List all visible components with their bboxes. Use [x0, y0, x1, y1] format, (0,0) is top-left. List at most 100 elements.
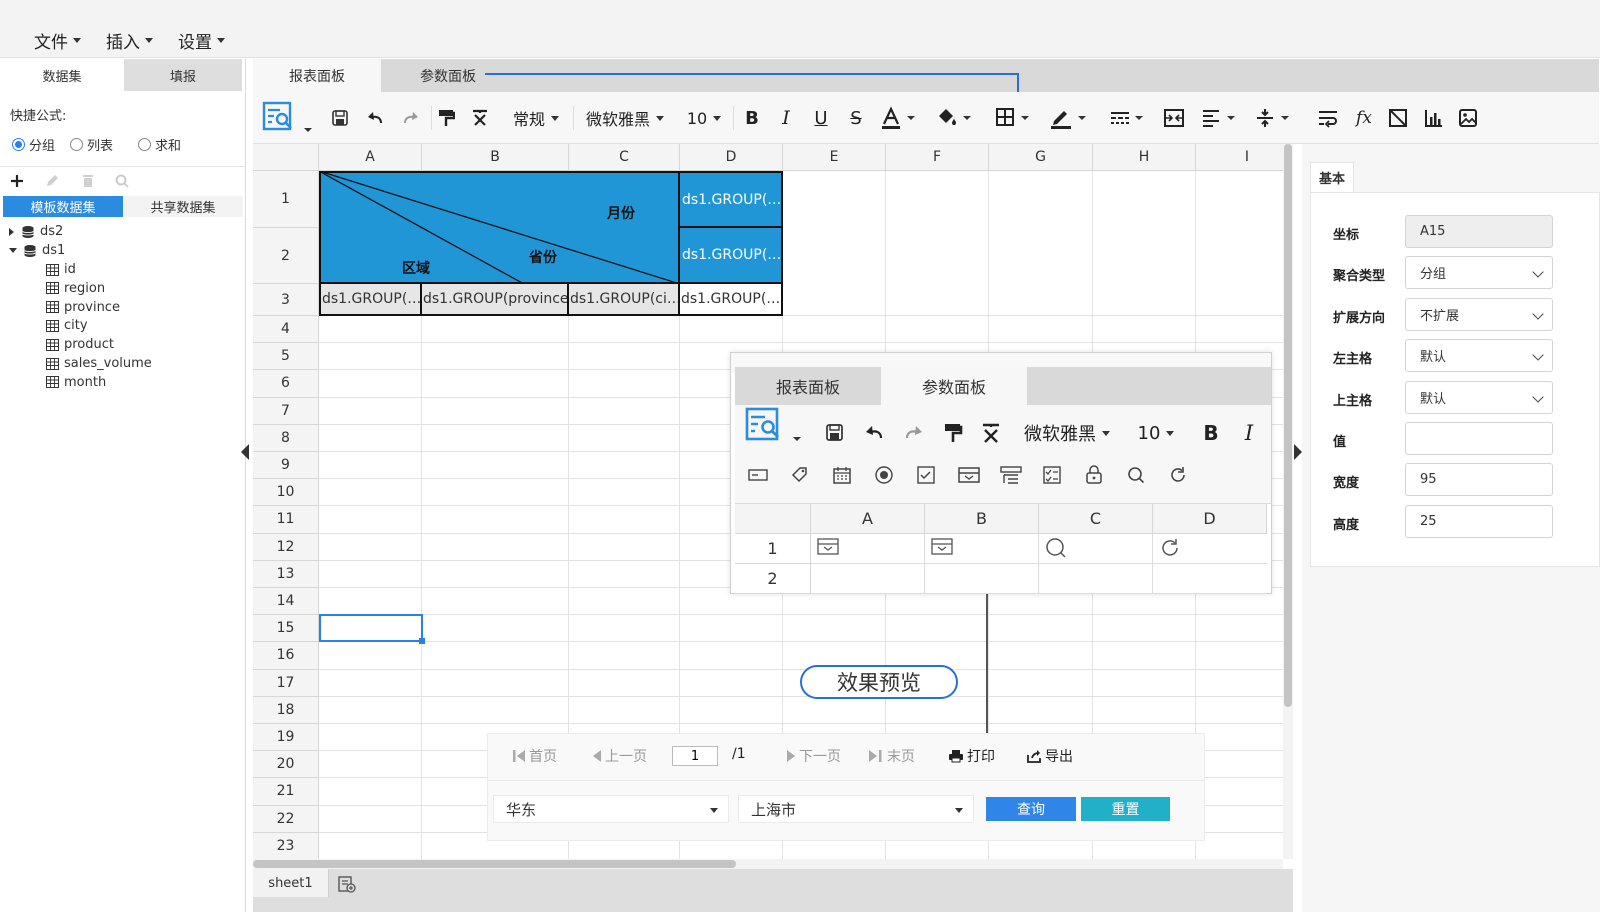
query-button[interactable]: 查询	[986, 797, 1076, 821]
row-header-3[interactable]: 3	[253, 284, 319, 316]
save-icon[interactable]	[823, 417, 847, 449]
row-header-23[interactable]: 23	[253, 832, 319, 859]
reset-widget-icon[interactable]	[1167, 459, 1189, 491]
format-painter-icon[interactable]	[941, 417, 965, 449]
tree-field-region[interactable]: region	[46, 279, 105, 298]
date-widget-icon[interactable]	[831, 459, 853, 491]
property-field-3[interactable]: 不扩展	[1405, 297, 1553, 331]
first-page-button[interactable]: 首页	[512, 746, 557, 766]
cell-b3[interactable]: ds1.GROUP(province)	[422, 284, 569, 316]
dropdown-widget-icon[interactable]	[957, 459, 981, 491]
row-header-16[interactable]: 16	[253, 642, 319, 670]
row-header-22[interactable]: 22	[253, 805, 319, 833]
tree-field-sales_volume[interactable]: sales_volume	[46, 354, 152, 373]
menu-insert[interactable]: 插入	[106, 28, 153, 53]
fill-color-icon[interactable]	[935, 102, 973, 134]
undo-icon[interactable]	[863, 417, 887, 449]
cell-c3[interactable]: ds1.GROUP(ci…	[569, 284, 680, 316]
selected-cell-a15[interactable]	[319, 614, 425, 644]
row-header-2[interactable]: 2	[253, 228, 319, 284]
horizontal-scrollbar[interactable]	[253, 859, 1283, 869]
property-field-4[interactable]: 默认	[1405, 339, 1553, 373]
checkbox-widget-icon[interactable]	[915, 459, 937, 491]
search-widget-icon[interactable]	[1045, 537, 1067, 559]
font-family-select[interactable]: 微软雅黑	[1019, 417, 1115, 449]
radio-list[interactable]: 列表	[70, 135, 113, 154]
region-select[interactable]: 华东	[493, 795, 729, 823]
column-header-i[interactable]: I	[1196, 144, 1289, 171]
overlay-row-header-1[interactable]: 1	[735, 534, 811, 564]
row-header-10[interactable]: 10	[253, 479, 319, 507]
cell-d1[interactable]: ds1.GROUP(…	[680, 171, 783, 228]
delete-icon[interactable]	[79, 172, 97, 190]
sheet-tab[interactable]: sheet1	[253, 869, 329, 897]
cell-d2[interactable]: ds1.GROUP(…	[680, 228, 783, 284]
property-field-7[interactable]: 95	[1405, 463, 1553, 497]
column-header-a[interactable]: A	[319, 144, 422, 171]
save-icon[interactable]	[329, 102, 351, 134]
format-painter-icon[interactable]	[435, 102, 457, 134]
image-icon[interactable]	[1457, 102, 1479, 134]
reset-widget-icon[interactable]	[1159, 537, 1181, 559]
row-header-20[interactable]: 20	[253, 751, 319, 779]
row-header-13[interactable]: 13	[253, 560, 319, 588]
bold-icon[interactable]: B	[741, 102, 763, 134]
tab-param-panel[interactable]: 参数面板	[381, 59, 515, 92]
tree-node-ds1[interactable]: ds1	[8, 241, 65, 260]
row-header-5[interactable]: 5	[253, 343, 319, 371]
align-vertical-icon[interactable]	[1255, 102, 1293, 134]
number-format-select[interactable]: 常规	[507, 102, 565, 134]
wrap-text-icon[interactable]	[1317, 102, 1339, 134]
row-header-8[interactable]: 8	[253, 424, 319, 452]
cell-d3[interactable]: ds1.GROUP(…	[680, 284, 783, 316]
border-style-icon[interactable]	[1109, 102, 1147, 134]
align-horizontal-icon[interactable]	[1201, 102, 1239, 134]
tab-template-dataset[interactable]: 模板数据集	[3, 196, 123, 217]
print-button[interactable]: 打印	[948, 746, 995, 766]
italic-icon[interactable]: I	[1237, 417, 1261, 449]
column-header-g[interactable]: G	[989, 144, 1093, 171]
reset-button[interactable]: 重置	[1081, 797, 1170, 821]
chart-icon[interactable]	[1423, 102, 1445, 134]
property-field-2[interactable]: 分组	[1405, 256, 1553, 290]
dropdown-tree-widget-icon[interactable]	[999, 459, 1023, 491]
overlay-column-header-c[interactable]: C	[1039, 504, 1153, 534]
property-field-6[interactable]	[1405, 422, 1553, 455]
collapse-left-icon[interactable]	[241, 444, 249, 460]
radio-widget-icon[interactable]	[873, 459, 895, 491]
vertical-scrollbar[interactable]	[1283, 144, 1293, 859]
preview-button[interactable]	[743, 407, 803, 441]
column-header-d[interactable]: D	[680, 144, 783, 171]
row-header-21[interactable]: 21	[253, 778, 319, 806]
tree-node-ds2[interactable]: ds2	[8, 222, 63, 241]
row-header-11[interactable]: 11	[253, 506, 319, 534]
checkbox-group-widget-icon[interactable]	[1041, 459, 1063, 491]
border-icon[interactable]	[995, 102, 1033, 134]
row-header-12[interactable]: 12	[253, 533, 319, 561]
page-number-input[interactable]	[672, 746, 718, 766]
city-select[interactable]: 上海市	[738, 795, 974, 823]
add-icon[interactable]	[8, 172, 26, 190]
row-header-14[interactable]: 14	[253, 588, 319, 616]
tab-shared-dataset[interactable]: 共享数据集	[123, 196, 243, 217]
underline-icon[interactable]: U	[810, 102, 832, 134]
menu-file[interactable]: 文件	[34, 28, 81, 53]
tab-dataset[interactable]: 数据集	[0, 59, 124, 91]
slash-header-cell[interactable]: 月份 省份 区域	[319, 171, 680, 284]
overlay-column-header-d[interactable]: D	[1153, 504, 1267, 534]
font-size-select[interactable]: 10	[685, 102, 723, 134]
merge-cells-icon[interactable]	[1163, 102, 1185, 134]
tree-field-month[interactable]: month	[46, 373, 106, 392]
redo-icon[interactable]	[399, 102, 421, 134]
tree-field-province[interactable]: province	[46, 298, 120, 317]
overlay-tab-report[interactable]: 报表面板	[735, 367, 881, 405]
font-family-select[interactable]: 微软雅黑	[583, 102, 667, 134]
clear-format-icon[interactable]	[979, 417, 1003, 449]
row-header-7[interactable]: 7	[253, 397, 319, 425]
bold-icon[interactable]: B	[1199, 417, 1223, 449]
property-field-5[interactable]: 默认	[1405, 380, 1553, 414]
column-header-h[interactable]: H	[1093, 144, 1196, 171]
export-button[interactable]: 导出	[1026, 746, 1073, 766]
italic-icon[interactable]: I	[775, 102, 797, 134]
tab-fill[interactable]: 填报	[124, 59, 242, 91]
